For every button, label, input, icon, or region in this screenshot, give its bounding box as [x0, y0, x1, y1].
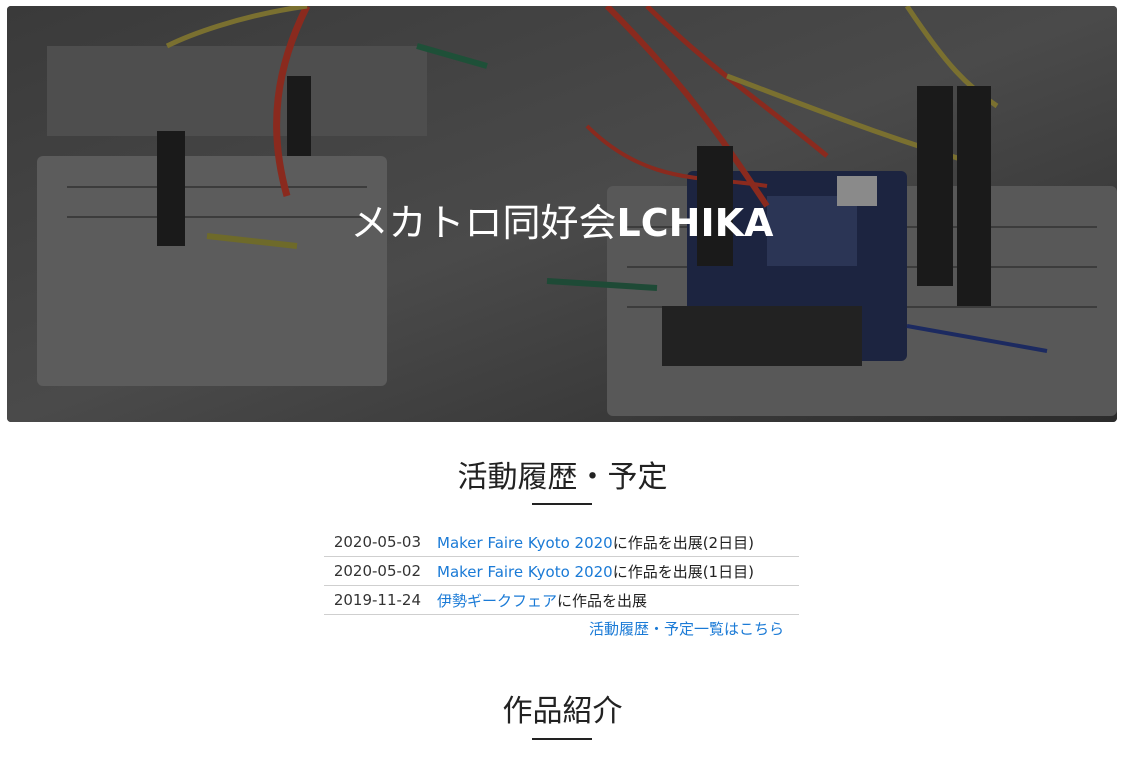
activity-date: 2020-05-02 [324, 556, 437, 586]
table-row: 2020-05-03 Maker Faire Kyoto 2020に作品を出展(… [324, 528, 799, 557]
activity-heading: 活動履歴・予定 [457, 460, 668, 495]
activity-description: Maker Faire Kyoto 2020に作品を出展(2日目) [437, 528, 799, 557]
activity-description: Maker Faire Kyoto 2020に作品を出展(1日目) [437, 556, 799, 586]
activity-date: 2019-11-24 [324, 585, 437, 615]
activity-table: 2020-05-03 Maker Faire Kyoto 2020に作品を出展(… [324, 528, 799, 615]
activity-event-link[interactable]: 伊勢ギークフェア [437, 592, 557, 610]
hero-banner: メカトロ同好会LCHIKA [7, 6, 1117, 422]
activity-suffix: に作品を出展(1日目) [612, 562, 754, 581]
activity-heading-rule [532, 503, 592, 505]
site-title: メカトロ同好会LCHIKA [7, 192, 1117, 247]
activity-suffix: に作品を出展(2日目) [612, 533, 754, 552]
activity-description: 伊勢ギークフェアに作品を出展 [437, 585, 799, 615]
activity-event-link[interactable]: Maker Faire Kyoto 2020 [437, 534, 613, 552]
activity-suffix: に作品を出展 [557, 591, 648, 610]
activity-more-link[interactable]: 活動履歴・予定一覧はこちら [560, 618, 784, 639]
activity-date: 2020-05-03 [324, 528, 437, 557]
works-heading-rule [532, 738, 592, 740]
site-title-prefix: メカトロ同好会 [350, 201, 617, 245]
activity-event-link[interactable]: Maker Faire Kyoto 2020 [437, 563, 613, 581]
works-heading: 作品紹介 [502, 694, 623, 729]
table-row: 2020-05-02 Maker Faire Kyoto 2020に作品を出展(… [324, 556, 799, 586]
table-row: 2019-11-24 伊勢ギークフェアに作品を出展 [324, 585, 799, 615]
site-title-brand: LCHIKA [616, 201, 774, 245]
